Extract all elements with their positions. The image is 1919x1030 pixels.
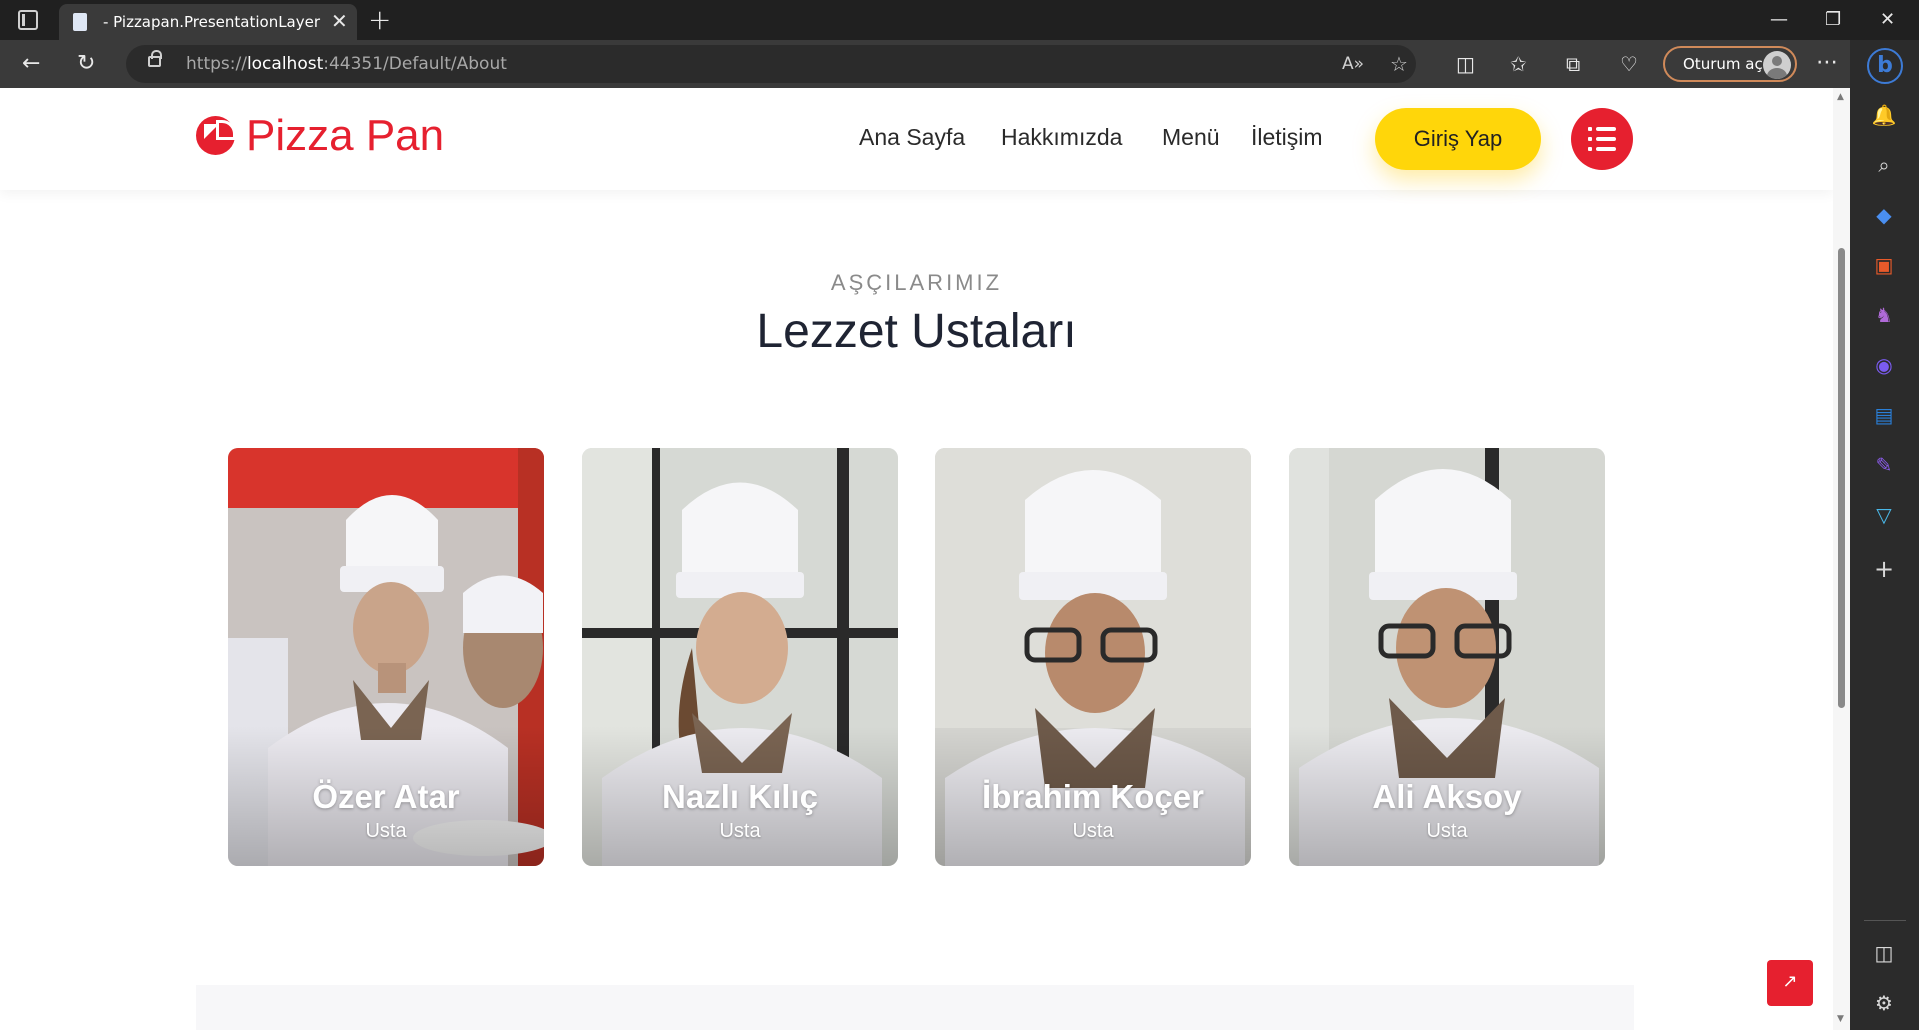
- back-to-top-button[interactable]: ↗: [1767, 960, 1813, 1006]
- restore-icon[interactable]: ❐: [1825, 6, 1841, 34]
- tab-actions-icon[interactable]: [18, 10, 38, 30]
- minimize-icon[interactable]: —: [1770, 6, 1788, 34]
- sidebar-settings-gear-icon[interactable]: ⚙: [1869, 988, 1899, 1018]
- browser-tabbar: - Pizzapan.PresentationLayer ✕ + — ❐ ✕: [0, 0, 1919, 40]
- designer-icon[interactable]: ✎: [1869, 450, 1899, 480]
- address-bar[interactable]: https://localhost:44351/Default/About A»…: [126, 45, 1416, 83]
- lock-icon[interactable]: [148, 50, 162, 67]
- page-favicon-icon: [73, 13, 87, 31]
- profile-avatar: [1763, 51, 1791, 79]
- hide-sidebar-icon[interactable]: ◫: [1869, 938, 1899, 968]
- chef-card[interactable]: Özer Atar Usta: [228, 448, 544, 866]
- chef-card[interactable]: Ali Aksoy Usta: [1289, 448, 1605, 866]
- drop-icon[interactable]: ▽: [1869, 500, 1899, 530]
- favorites-icon[interactable]: ✩: [1510, 49, 1527, 79]
- pie-chart-icon: [196, 116, 236, 155]
- page-viewport: Pizza Pan Ana Sayfa Hakkımızda Menü İlet…: [0, 88, 1850, 1030]
- search-icon[interactable]: ⌕: [1869, 150, 1899, 180]
- tools-briefcase-icon[interactable]: ▣: [1869, 250, 1899, 280]
- browser-toolbar: ← ↻ https://localhost:44351/Default/Abou…: [0, 40, 1919, 88]
- outlook-icon[interactable]: ▤: [1869, 400, 1899, 430]
- page-scrollbar[interactable]: ▲ ▼: [1833, 88, 1850, 1030]
- next-section-background: [196, 985, 1634, 1030]
- chef-name: Ali Aksoy: [1372, 778, 1522, 815]
- tab-close-icon[interactable]: ✕: [331, 8, 348, 34]
- scroll-up-icon[interactable]: ▲: [1837, 92, 1844, 102]
- chef-role: Usta: [365, 820, 407, 842]
- section-title: Lezzet Ustaları: [756, 305, 1077, 358]
- read-aloud-icon[interactable]: A»: [1342, 49, 1364, 79]
- collections-icon[interactable]: ⧉: [1566, 49, 1580, 79]
- games-icon[interactable]: ♞: [1869, 300, 1899, 330]
- notifications-bell-icon[interactable]: 🔔: [1869, 100, 1899, 130]
- nav-hakkimizda[interactable]: Hakkımızda: [1001, 124, 1122, 151]
- chef-role: Usta: [719, 820, 761, 842]
- signin-button[interactable]: Oturum aç: [1663, 46, 1797, 82]
- chef-card[interactable]: Nazlı Kılıç Usta: [582, 448, 898, 866]
- chef-name: Nazlı Kılıç: [662, 778, 818, 815]
- browser-tab-active[interactable]: - Pizzapan.PresentationLayer ✕: [59, 4, 357, 40]
- refresh-icon[interactable]: ↻: [77, 49, 95, 79]
- url-text[interactable]: https://localhost:44351/Default/About: [186, 54, 507, 74]
- signin-label: Oturum aç: [1683, 55, 1763, 73]
- chef-name: İbrahim Koçer: [982, 778, 1204, 815]
- menu-button[interactable]: [1571, 108, 1633, 170]
- scroll-thumb[interactable]: [1838, 248, 1845, 708]
- tab-title: - Pizzapan.PresentationLayer: [103, 13, 321, 31]
- window-close-icon[interactable]: ✕: [1880, 6, 1895, 34]
- nav-ana-sayfa[interactable]: Ana Sayfa: [859, 124, 965, 151]
- microsoft-365-icon[interactable]: ◉: [1869, 350, 1899, 380]
- add-sidebar-app-icon[interactable]: +: [1869, 554, 1899, 584]
- more-options-icon[interactable]: ⋯: [1816, 48, 1838, 78]
- scroll-down-icon[interactable]: ▼: [1837, 1014, 1844, 1024]
- arrow-up-icon: ↗: [1782, 971, 1798, 992]
- chef-role: Usta: [1426, 820, 1468, 842]
- site-header: Pizza Pan Ana Sayfa Hakkımızda Menü İlet…: [0, 88, 1833, 190]
- favorite-star-icon[interactable]: ☆: [1390, 49, 1408, 79]
- chef-name: Özer Atar: [312, 778, 460, 815]
- sidebar-divider: [1864, 920, 1906, 921]
- split-screen-icon[interactable]: ◫: [1456, 49, 1475, 79]
- logo-text: Pizza Pan: [246, 111, 445, 160]
- chef-card[interactable]: İbrahim Koçer Usta: [935, 448, 1251, 866]
- shopping-tag-icon[interactable]: ◆: [1869, 200, 1899, 230]
- edge-sidebar: b 🔔 ⌕ ◆ ▣ ♞ ◉ ▤ ✎ ▽ + ◫ ⚙: [1850, 40, 1919, 1030]
- login-label: Giriş Yap: [1413, 126, 1503, 151]
- new-tab-icon[interactable]: +: [368, 2, 391, 38]
- list-icon: [1588, 127, 1616, 151]
- nav-menu[interactable]: Menü: [1162, 124, 1220, 151]
- chef-role: Usta: [1072, 820, 1114, 842]
- nav-iletisim[interactable]: İletişim: [1251, 124, 1323, 151]
- back-arrow-icon[interactable]: ←: [22, 49, 40, 79]
- browser-essentials-icon[interactable]: ♡: [1620, 49, 1638, 79]
- bing-copilot-icon[interactable]: b: [1867, 48, 1903, 84]
- login-button[interactable]: Giriş Yap: [1375, 108, 1541, 170]
- section-subtitle: AŞÇILARIMIZ: [830, 270, 1003, 295]
